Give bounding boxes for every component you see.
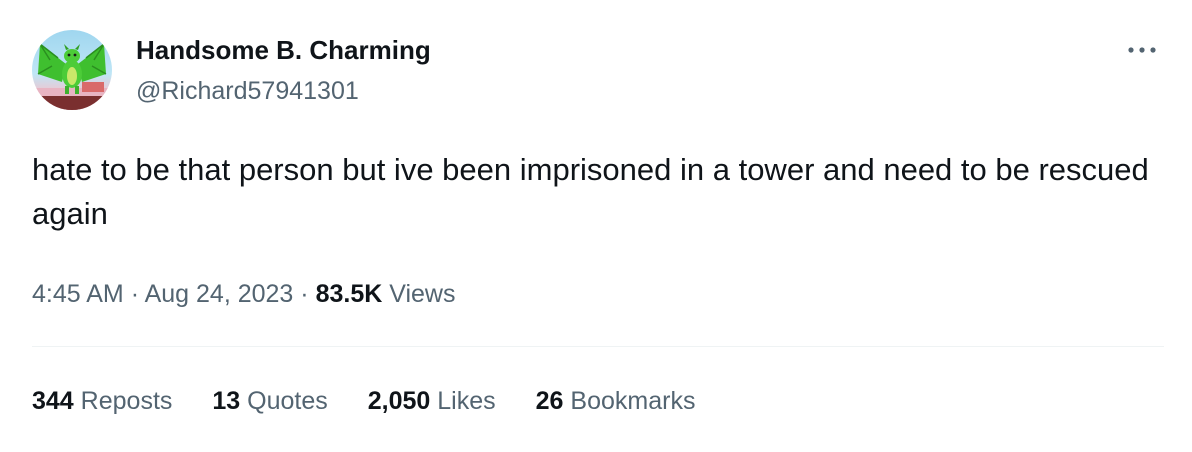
quotes-label: Quotes — [247, 387, 328, 415]
quotes-stat[interactable]: 13 Quotes — [212, 385, 327, 417]
tweet-time[interactable]: 4:45 AM — [32, 280, 124, 308]
likes-count: 2,050 — [367, 387, 431, 415]
bookmarks-label: Bookmarks — [570, 387, 696, 415]
avatar[interactable] — [32, 30, 112, 110]
meta-separator: · — [130, 280, 140, 308]
quotes-count: 13 — [212, 387, 241, 415]
bookmarks-stat[interactable]: 26 Bookmarks — [536, 385, 696, 417]
more-horizontal-icon — [1128, 47, 1156, 53]
meta-separator: · — [300, 280, 309, 308]
reposts-stat[interactable]: 344 Reposts — [32, 385, 172, 417]
likes-stat[interactable]: 2,050 Likes — [368, 385, 496, 417]
display-name[interactable]: Handsome B. Charming — [136, 34, 431, 66]
tweet-date[interactable]: Aug 24, 2023 — [145, 280, 294, 308]
tweet-text: hate to be that person but ive been impr… — [32, 152, 1149, 231]
engagement-stats: 344 Reposts 13 Quotes 2,050 Likes 26 Boo… — [32, 385, 735, 417]
likes-label: Likes — [437, 387, 496, 415]
views-label: Views — [389, 280, 456, 308]
user-handle[interactable]: @Richard57941301 — [136, 75, 359, 107]
tweet-card: Handsome B. Charming @Richard57941301 ha… — [0, 0, 1192, 452]
tweet-meta: 4:45 AM · Aug 24, 2023 · 83.5K Views — [32, 278, 456, 310]
green-dragon-icon — [32, 43, 112, 110]
divider — [32, 346, 1164, 347]
more-options-button[interactable] — [1122, 36, 1162, 64]
views-count: 83.5K — [315, 280, 383, 308]
bookmarks-count: 26 — [535, 387, 564, 415]
reposts-label: Reposts — [80, 387, 173, 415]
reposts-count: 344 — [32, 387, 74, 415]
